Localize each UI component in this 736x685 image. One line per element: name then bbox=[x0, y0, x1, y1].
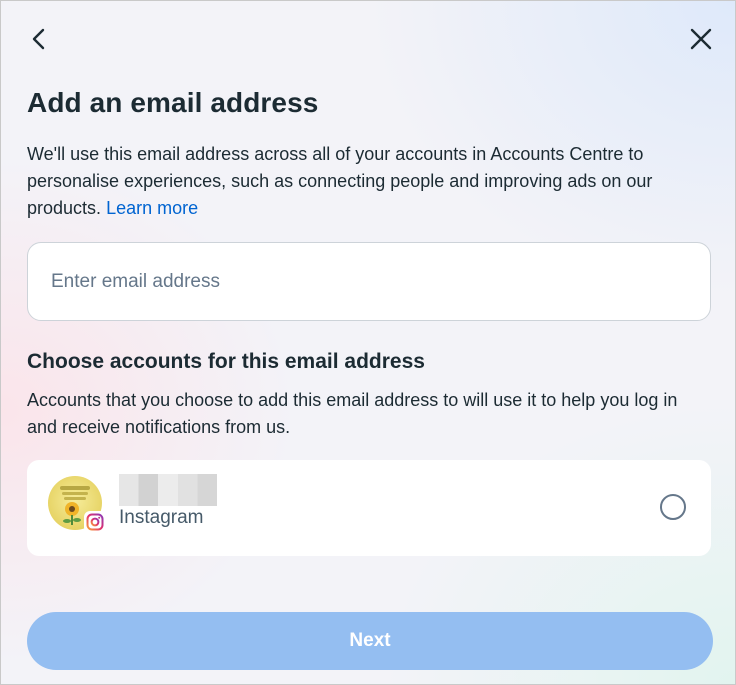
instagram-icon bbox=[84, 511, 106, 533]
add-email-dialog: Add an email address We'll use this emai… bbox=[0, 0, 736, 685]
dialog-title: Add an email address bbox=[27, 87, 319, 118]
close-button[interactable] bbox=[685, 23, 717, 55]
dialog-description: We'll use this email address across all … bbox=[27, 141, 707, 222]
learn-more-link[interactable]: Learn more bbox=[106, 198, 198, 218]
email-input[interactable] bbox=[27, 242, 711, 321]
redacted-username bbox=[119, 474, 217, 506]
next-button[interactable]: Next bbox=[27, 612, 713, 670]
account-option-instagram[interactable]: Instagram bbox=[27, 460, 711, 556]
accounts-section-title: Choose accounts for this email address bbox=[27, 350, 425, 373]
chevron-left-icon bbox=[32, 28, 45, 50]
accounts-section-description: Accounts that you choose to add this ema… bbox=[27, 390, 678, 437]
back-button[interactable] bbox=[23, 23, 55, 55]
close-icon bbox=[690, 28, 712, 50]
account-platform-label: Instagram bbox=[119, 507, 204, 528]
account-select-radio[interactable] bbox=[660, 494, 686, 520]
